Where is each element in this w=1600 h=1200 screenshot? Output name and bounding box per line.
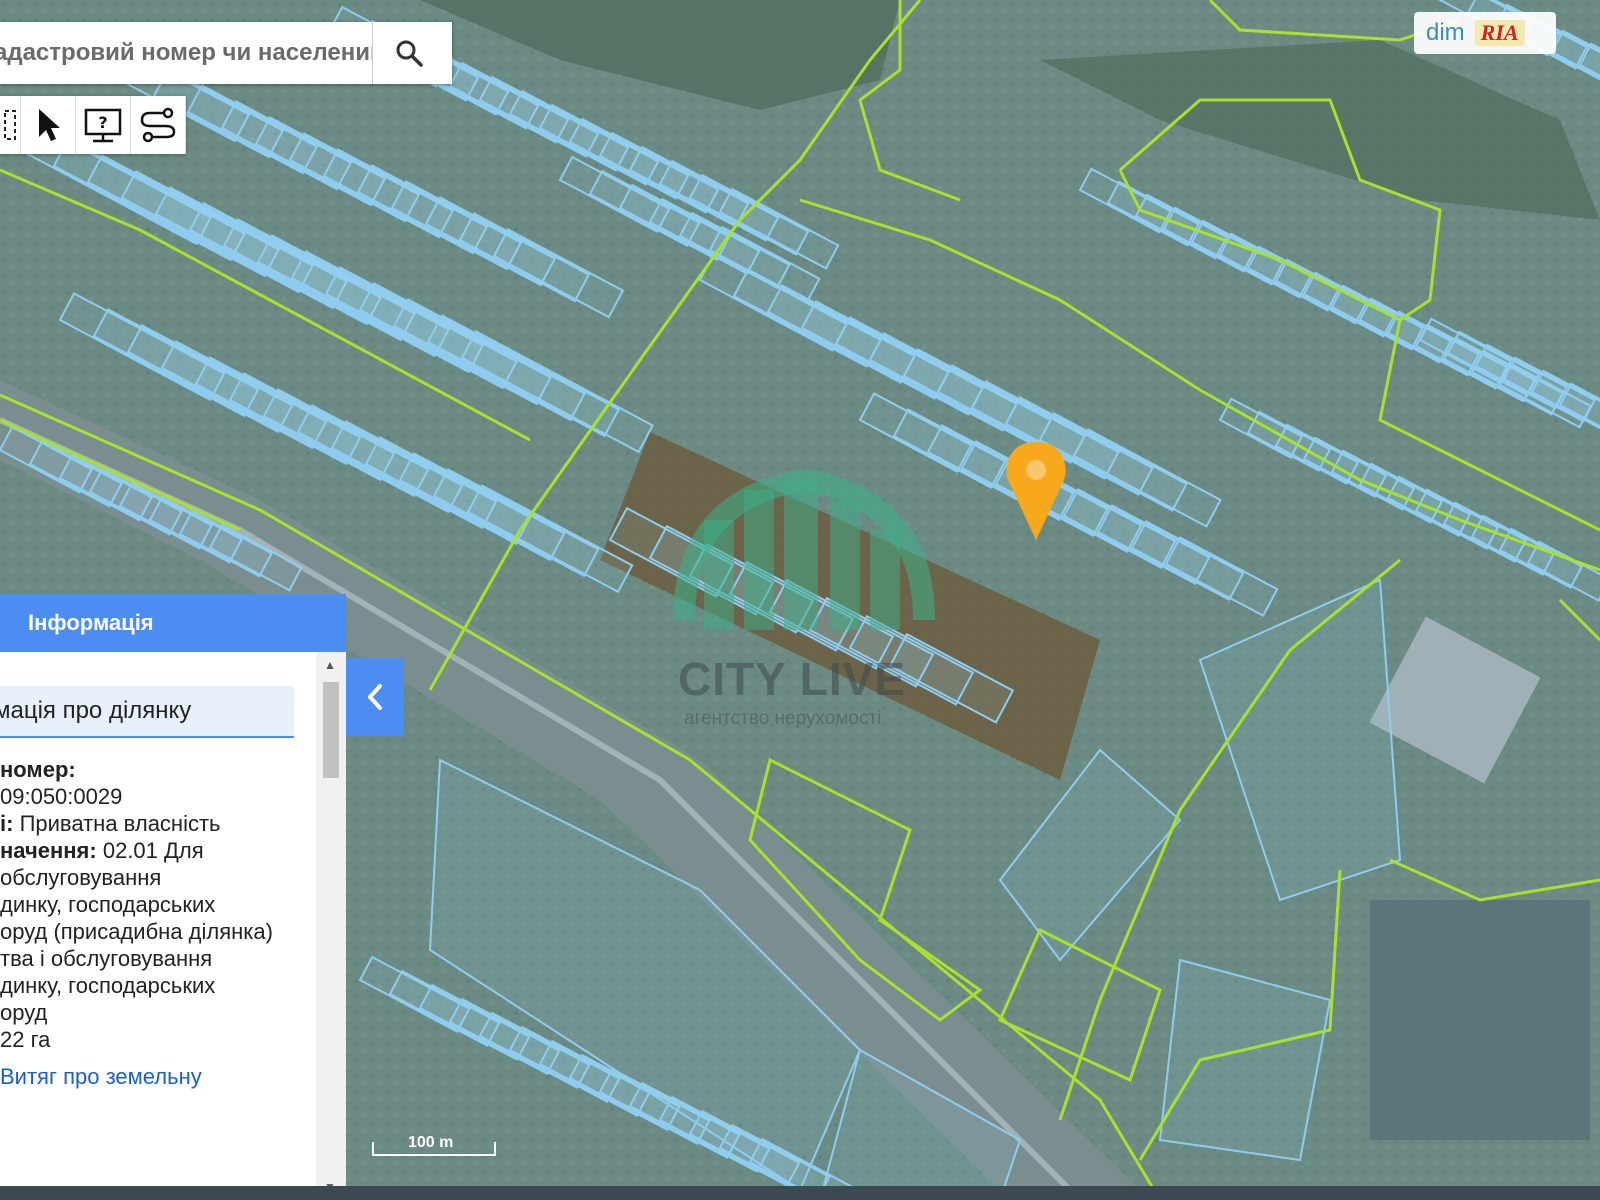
parcel-info-value: тва і обслуговування (0, 946, 213, 971)
parcel-info-row: динку, господарських (0, 972, 316, 999)
parcel-info-value: 09:050:0029 (0, 784, 123, 809)
route-icon (140, 107, 176, 143)
chevron-left-icon (368, 684, 382, 710)
search-button[interactable] (372, 22, 445, 84)
panel-body: мація про ділянку номер: 09:050:0029 і: Пр… (0, 652, 316, 1200)
search-input[interactable] (0, 23, 372, 83)
badge-dim-text: dim (1426, 19, 1465, 46)
search-icon (396, 40, 423, 67)
parcel-info-value: Приватна власність (13, 811, 221, 836)
parcel-info-label: і: (0, 811, 14, 836)
parcel-info-value: динку, господарських (0, 973, 216, 998)
industrial-area (1370, 900, 1590, 1140)
select-area-icon (4, 110, 16, 140)
map-scale: 100 m (372, 1132, 496, 1160)
parcel-info-row: 22 га (0, 1026, 316, 1053)
dim-ria-badge: dim RIA (1414, 12, 1556, 54)
parcel-info-row: і: Приватна власність (0, 810, 316, 837)
info-panel: Інформація мація про ділянку номер: 09:05… (0, 594, 346, 1200)
parcel-info-lines: номер: 09:050:0029 і: Приватна власність на… (0, 756, 316, 1090)
map-toolbar: ? (0, 96, 186, 154)
panel-header: Інформація (0, 594, 346, 652)
extract-link[interactable]: Витяг про земельну (0, 1063, 316, 1090)
parcel-info-label: номер: (0, 757, 76, 782)
parcel-info-value: обслуговування (0, 865, 162, 890)
scroll-up-icon[interactable]: ▲ (324, 658, 336, 672)
parcel-info-row: оруд (0, 999, 316, 1026)
watermark-title: CITY LIVE (678, 653, 906, 705)
monitor-question-icon: ? (84, 108, 122, 143)
info-button[interactable]: ? (76, 96, 131, 154)
parcel-info-value: 02.01 Для (96, 838, 204, 863)
parcel-info-row: начення: 02.01 Для (0, 837, 316, 864)
pointer-icon (39, 109, 60, 141)
parcel-info-value: оруд (присадибна ділянка) (0, 919, 273, 944)
svg-text:?: ? (98, 113, 107, 132)
parcel-info-value: оруд (0, 1000, 48, 1025)
select-area-button[interactable] (0, 96, 21, 154)
scale-label: 100 m (408, 1134, 454, 1151)
panel-scrollbar[interactable]: ▲ ▼ (316, 652, 346, 1200)
watermark-subtitle: агентство нерухомості (684, 708, 882, 729)
search-box (0, 22, 452, 84)
collapse-panel-button[interactable] (346, 658, 404, 736)
parcel-info-value: динку, господарських (0, 892, 216, 917)
pointer-button[interactable] (21, 96, 76, 154)
parcel-info-row: тва і обслуговування (0, 945, 316, 972)
parcel-info-row: обслуговування (0, 864, 316, 891)
parcel-info-title[interactable]: мація про ділянку (0, 686, 294, 738)
route-measure-button[interactable] (131, 96, 186, 154)
parcel-info-row: динку, господарських (0, 891, 316, 918)
scroll-thumb[interactable] (323, 682, 339, 778)
badge-ria-logo: RIA (1474, 20, 1525, 46)
parcel-info-value: 22 га (0, 1027, 51, 1052)
bottom-strip (0, 1186, 1600, 1200)
parcel-info-row: оруд (присадибна ділянка) (0, 918, 316, 945)
parcel-info-row: 09:050:0029 (0, 783, 316, 810)
parcel-info-label: начення: (0, 838, 97, 863)
parcel-info-row: номер: (0, 756, 316, 783)
